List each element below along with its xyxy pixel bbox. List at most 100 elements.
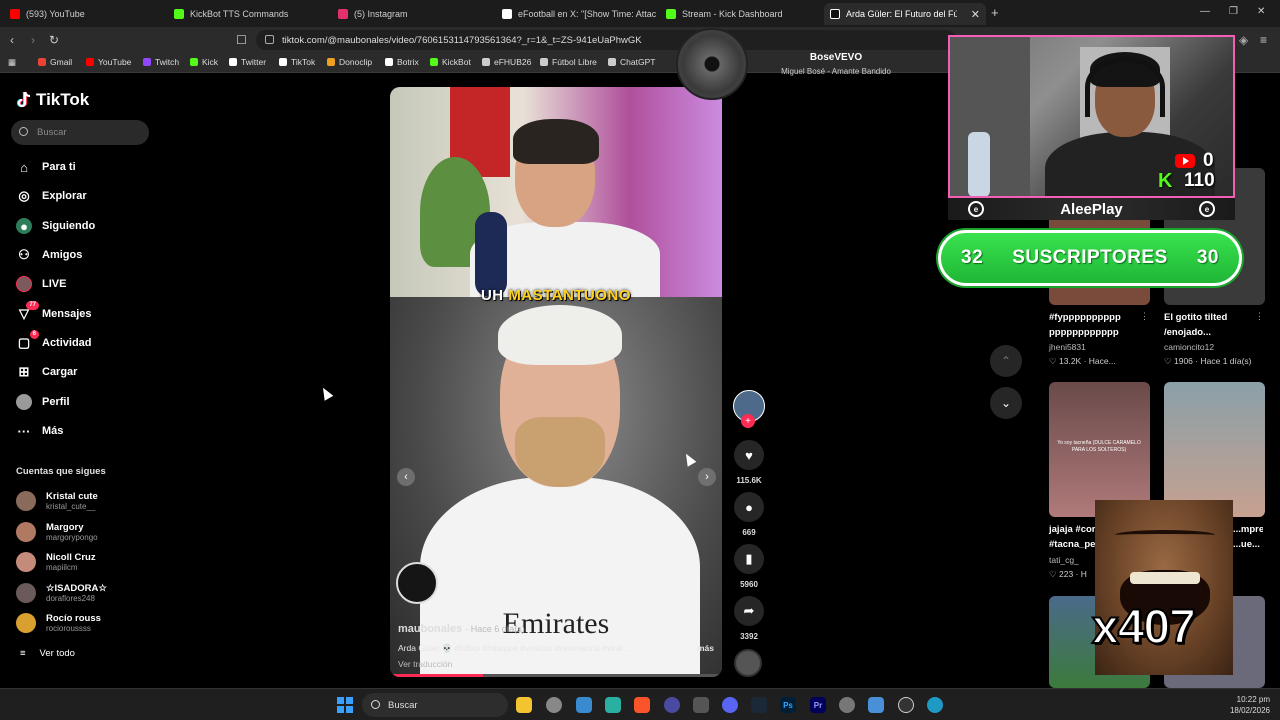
search-input[interactable]: Buscar — [11, 120, 149, 145]
bookmark-twitter[interactable]: Twitter — [229, 57, 266, 67]
video-player[interactable]: Emirates UH MASTANTUONO ‹ › maubonales ·… — [390, 87, 722, 677]
site-info-icon[interactable] — [265, 35, 274, 44]
app-icon[interactable] — [605, 697, 621, 713]
translation-link[interactable]: Ver traducción — [398, 659, 714, 669]
nav-mensajes[interactable]: ▽ 77 Mensajes — [16, 301, 92, 325]
tab-efootball-x[interactable]: eFootball en X: "[Show Time: Attack — [496, 3, 656, 25]
forward-icon[interactable]: › — [31, 33, 35, 47]
bookmark-kick[interactable]: Kick — [190, 57, 218, 67]
reload-icon[interactable]: ↻ — [49, 33, 59, 47]
obs-icon[interactable] — [898, 697, 914, 713]
grid-card-thumbnail[interactable] — [1164, 382, 1265, 517]
edge-icon[interactable] — [927, 697, 943, 713]
chrome-icon[interactable] — [546, 697, 562, 713]
tab-instagram[interactable]: (5) Instagram — [332, 3, 492, 25]
nav-mas[interactable]: ··· Más — [16, 420, 64, 442]
grid-card-user[interactable]: tati_cg_ — [1049, 555, 1079, 565]
media-player-icon[interactable] — [664, 697, 680, 713]
microphone-icon — [475, 212, 507, 297]
bookmark-efhub[interactable]: eFHUB26 — [482, 57, 531, 67]
tiktok-logo[interactable]: TikTok — [16, 90, 89, 110]
more-options-icon[interactable]: ⋮ — [1255, 311, 1264, 322]
video-author[interactable]: maubonales · Hace 6 día(s) — [398, 623, 714, 635]
logo-text: TikTok — [36, 90, 90, 109]
bookmark-kickbot[interactable]: KickBot — [430, 57, 471, 67]
brave-shield-icon[interactable]: ◈ — [1239, 33, 1248, 47]
bookmark-botrix[interactable]: Botrix — [385, 57, 419, 67]
like-button[interactable]: ♥ 115.6K — [733, 440, 765, 485]
bookmark-twitch[interactable]: Twitch — [143, 57, 179, 67]
restore-icon[interactable]: ❐ — [1229, 6, 1238, 17]
grid-card-title[interactable]: El gotito tilted /enojado... — [1164, 310, 1265, 340]
brave-icon[interactable] — [634, 697, 650, 713]
close-tab-icon[interactable]: ✕ — [971, 8, 980, 21]
grid-card-user[interactable]: jheni5831 — [1049, 342, 1086, 352]
back-icon[interactable]: ‹ — [10, 33, 14, 47]
nav-perfil[interactable]: Perfil — [16, 391, 70, 413]
save-button[interactable]: ▮ 5960 — [733, 544, 765, 589]
menu-icon[interactable]: ≡ — [1260, 33, 1267, 47]
video-progress-bar[interactable] — [390, 674, 722, 677]
following-item[interactable]: Margory margorypongo — [16, 518, 98, 546]
x-icon — [229, 58, 237, 66]
bookmark-youtube[interactable]: YouTube — [86, 57, 131, 67]
bookmark-donoclip[interactable]: Donoclip — [327, 57, 372, 67]
nav-cargar[interactable]: ⊞ Cargar — [16, 361, 78, 383]
photoshop-icon[interactable]: Ps — [780, 697, 796, 713]
following-item[interactable]: Rocío rouss rocioroussss — [16, 609, 101, 637]
music-disc-icon[interactable] — [734, 649, 762, 677]
bookmark-tiktok[interactable]: TikTok — [279, 57, 315, 67]
nav-amigos[interactable]: ⚇ Amigos — [16, 244, 82, 266]
tab-kick-dashboard[interactable]: Stream - Kick Dashboard — [660, 3, 820, 25]
grid-card-title[interactable]: jajaja #cor #tacna_pe — [1049, 522, 1097, 552]
steam-icon[interactable] — [751, 697, 767, 713]
discord-icon[interactable] — [722, 697, 738, 713]
tab-kickbot[interactable]: KickBot TTS Commands — [168, 3, 328, 25]
nav-live[interactable]: LIVE — [16, 273, 66, 295]
windows-start-icon[interactable] — [337, 697, 353, 713]
nav-actividad[interactable]: ▢ 6 Actividad — [16, 330, 92, 354]
carousel-prev-button[interactable]: ‹ — [397, 468, 415, 486]
more-options-icon[interactable]: ⋮ — [1140, 311, 1149, 322]
calculator-icon[interactable] — [693, 697, 709, 713]
avatar — [16, 491, 36, 511]
close-window-icon[interactable]: ✕ — [1257, 6, 1265, 17]
grid-card-title[interactable]: ...mpre ...ue... — [1233, 522, 1263, 552]
more-link[interactable]: más — [697, 643, 714, 654]
following-item[interactable]: ☆ISADORA☆ doraflores248 — [16, 579, 107, 607]
bookmark-gmail[interactable]: Gmail — [38, 57, 72, 67]
nav-para-ti[interactable]: ⌂ Para ti — [16, 156, 76, 178]
bookmark-icon[interactable]: ☐ — [236, 33, 247, 47]
bookmark-futbol-libre[interactable]: Fútbol Libre — [540, 57, 597, 67]
minimize-icon[interactable]: — — [1200, 6, 1210, 17]
nav-siguiendo[interactable]: ● Siguiendo — [16, 215, 95, 237]
tab-tiktok-active[interactable]: Arda Güler: El Futuro del Fútbol ✕ — [824, 3, 986, 25]
apps-icon[interactable]: ▦ — [8, 57, 16, 68]
nav-explorar[interactable]: ◎ Explorar — [16, 185, 86, 207]
new-tab-button[interactable]: + — [991, 5, 999, 20]
settings-icon[interactable] — [839, 697, 855, 713]
notepad-icon[interactable] — [868, 697, 884, 713]
following-item[interactable]: Kristal cute kristal_cute__ — [16, 487, 98, 515]
system-clock[interactable]: 10:22 pm 18/02/2026 — [1230, 694, 1270, 716]
follow-plus-icon[interactable]: + — [741, 414, 755, 428]
comment-button[interactable]: ● 669 — [733, 492, 765, 537]
video-description: Arda Güler 💀 #futbol #mbappe #vinicius #… — [398, 643, 714, 654]
share-button[interactable]: ➦ 3392 — [733, 596, 765, 641]
video-bottom-frame: Emirates — [390, 297, 722, 677]
bookmark-chatgpt[interactable]: ChatGPT — [608, 57, 655, 67]
premiere-icon[interactable]: Pr — [810, 697, 826, 713]
following-item[interactable]: Nicoll Cruz mapiilcm — [16, 548, 96, 576]
prev-video-button[interactable]: ⌃ — [990, 345, 1022, 377]
nav-label: Amigos — [42, 249, 83, 261]
taskbar-search[interactable]: Buscar — [362, 693, 508, 717]
app-icon[interactable] — [576, 697, 592, 713]
grid-card-thumbnail[interactable]: Yo soy tacneña (DULCE CARAMELO PARA LOS … — [1049, 382, 1150, 517]
grid-card-title[interactable]: #fypppppppppp pppppppppppp — [1049, 310, 1150, 340]
grid-card-user[interactable]: camioncito12 — [1164, 342, 1214, 352]
carousel-next-button[interactable]: › — [698, 468, 716, 486]
see-all-button[interactable]: ≡ Ver todo — [20, 648, 75, 659]
tab-youtube[interactable]: (593) YouTube — [4, 3, 164, 25]
next-video-button[interactable]: ⌄ — [990, 387, 1022, 419]
file-explorer-icon[interactable] — [516, 697, 532, 713]
